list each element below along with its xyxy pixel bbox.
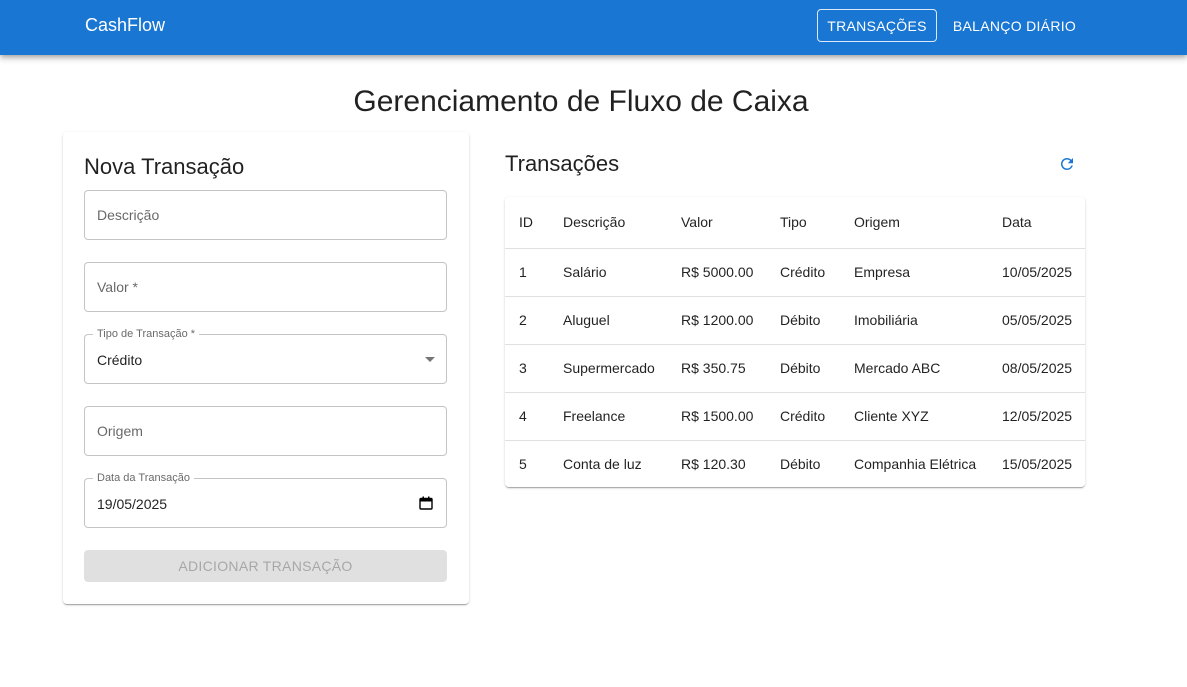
cell-valor: R$ 120.30 — [681, 456, 746, 473]
app-bar: CashFlow Transações Balanço Diário — [0, 0, 1187, 55]
data-transacao-value: 19/05/2025 — [97, 496, 168, 512]
cell-valor: R$ 5000.00 — [681, 248, 780, 297]
cell-tipo: Crédito — [780, 392, 854, 441]
chevron-down-icon[interactable] — [425, 357, 435, 362]
table-row: 2 Aluguel R$ 1200.00 Débito Imobiliária … — [505, 296, 1085, 345]
table-row: 4 Freelance R$ 1500.00 Crédito Cliente X… — [505, 392, 1085, 441]
page-title: Gerenciamento de Fluxo de Caixa — [353, 85, 809, 118]
cell-tipo: Débito — [780, 456, 821, 473]
column-header-tipo: Tipo — [780, 197, 854, 249]
descricao-placeholder: Descrição — [97, 207, 160, 223]
valor-placeholder: Valor * — [97, 279, 138, 295]
data-transacao-input[interactable]: Data da Transação 19/05/2025 — [84, 472, 447, 528]
origem-input[interactable]: Origem — [84, 406, 447, 456]
column-header-origem: Origem — [854, 197, 1002, 249]
tipo-transacao-select[interactable]: Tipo de Transação * Crédito — [84, 328, 447, 384]
cell-descricao: Salário — [563, 248, 681, 297]
cell-origem: Companhia Elétrica — [854, 456, 977, 473]
cell-valor: R$ 1200.00 — [681, 296, 780, 345]
cell-valor: R$ 350.75 — [681, 344, 780, 393]
origem-placeholder: Origem — [97, 423, 143, 439]
column-header-descricao: Descrição — [563, 197, 681, 249]
cell-tipo: Crédito — [780, 248, 854, 297]
valor-input[interactable]: Valor * — [84, 262, 447, 312]
adicionar-transacao-button[interactable]: Adicionar Transação — [84, 550, 447, 582]
cell-valor: R$ 1500.00 — [681, 392, 780, 441]
cell-data: 05/05/2025 — [1002, 296, 1085, 345]
column-header-valor: Valor — [681, 197, 780, 249]
cell-descricao: Freelance — [563, 392, 681, 441]
cell-data: 15/05/2025 — [1002, 456, 1073, 473]
cell-data: 12/05/2025 — [1002, 392, 1085, 441]
cell-id: 2 — [505, 296, 563, 345]
column-header-data: Data — [1002, 197, 1085, 249]
cell-id: 3 — [505, 344, 563, 393]
table-row: 3 Supermercado R$ 350.75 Débito Mercado … — [505, 344, 1085, 393]
cell-data: 10/05/2025 — [1002, 248, 1085, 297]
cell-origem: Imobiliária — [854, 296, 1002, 345]
table-header-row: ID Descrição Valor Tipo Origem Data — [505, 197, 1085, 249]
cell-tipo: Débito — [780, 296, 854, 345]
descricao-input[interactable]: Descrição — [84, 190, 447, 240]
cell-id: 5 — [519, 456, 527, 473]
cell-id: 1 — [505, 248, 563, 297]
new-transaction-form: Nova Transação Descrição Valor * Tipo de… — [63, 132, 469, 604]
cell-origem: Mercado ABC — [854, 344, 1002, 393]
table-row: 5 Conta de luz R$ 120.30 Débito Companhi… — [505, 440, 1085, 487]
tipo-transacao-value: Crédito — [97, 352, 143, 368]
transactions-table-card: ID Descrição Valor Tipo Origem Data 1 Sa… — [505, 197, 1085, 487]
nav-transacoes-button[interactable]: Transações — [817, 9, 937, 42]
cell-descricao: Supermercado — [563, 344, 681, 393]
cell-origem: Cliente XYZ — [854, 392, 1002, 441]
cell-tipo: Débito — [780, 344, 854, 393]
tipo-transacao-label: Tipo de Transação * — [93, 328, 200, 341]
transactions-title: Transações — [505, 151, 620, 176]
table-row: 1 Salário R$ 5000.00 Crédito Empresa 10/… — [505, 248, 1085, 297]
brand-logo[interactable]: CashFlow — [85, 15, 165, 35]
cell-data: 08/05/2025 — [1002, 344, 1085, 393]
data-transacao-label: Data da Transação — [93, 472, 194, 485]
cell-descricao: Aluguel — [563, 296, 681, 345]
column-header-id: ID — [505, 197, 563, 249]
refresh-icon — [1061, 158, 1073, 170]
transactions-table: ID Descrição Valor Tipo Origem Data 1 Sa… — [505, 197, 1085, 487]
cell-origem: Empresa — [854, 248, 1002, 297]
calendar-icon[interactable] — [419, 496, 433, 510]
form-title: Nova Transação — [84, 154, 245, 179]
cell-descricao: Conta de luz — [563, 456, 642, 473]
refresh-button[interactable] — [1053, 150, 1081, 178]
nav-balanco-diario-button[interactable]: Balanço Diário — [948, 9, 1081, 42]
cell-id: 4 — [505, 392, 563, 441]
